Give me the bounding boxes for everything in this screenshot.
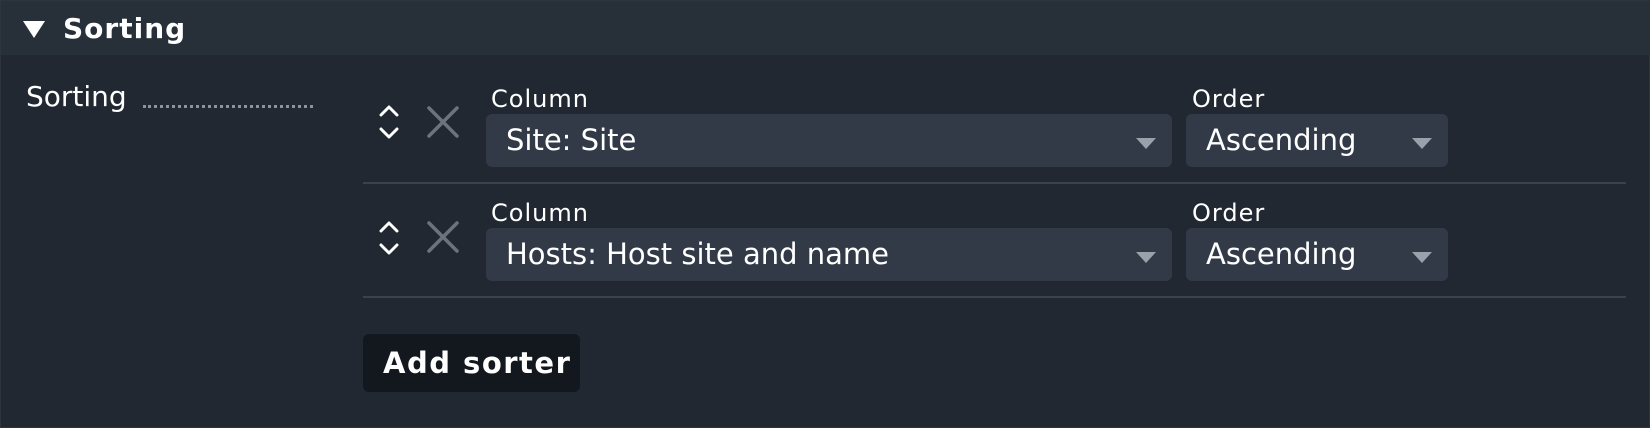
column-label: Column [491, 199, 589, 227]
order-select-value: Ascending [1206, 123, 1357, 157]
sorter-row: Column Hosts: Host site and name Order A… [363, 181, 1626, 298]
order-label: Order [1192, 199, 1266, 227]
dropdown-arrow-icon [1136, 252, 1156, 263]
order-select-value: Ascending [1206, 237, 1357, 271]
column-select-value: Site: Site [506, 123, 637, 157]
sorting-panel: Sorting Sorting Column Site: Site Order … [0, 0, 1650, 428]
sorter-row: Column Site: Site Order Ascending [363, 67, 1626, 184]
triangle-down-icon[interactable] [23, 21, 45, 38]
add-sorter-button[interactable]: Add sorter [363, 334, 580, 392]
chevron-up-icon[interactable] [377, 103, 401, 119]
close-icon[interactable] [425, 104, 461, 140]
close-icon[interactable] [425, 219, 461, 255]
column-label: Column [491, 85, 589, 113]
order-select[interactable]: Ascending [1186, 228, 1448, 281]
add-sorter-button-label: Add sorter [383, 346, 572, 380]
column-select[interactable]: Hosts: Host site and name [486, 228, 1172, 281]
label-dot-leader [143, 105, 313, 108]
dropdown-arrow-icon [1412, 138, 1432, 149]
chevron-up-icon[interactable] [377, 219, 401, 235]
chevron-down-icon[interactable] [377, 125, 401, 141]
order-select[interactable]: Ascending [1186, 114, 1448, 167]
form-row-label: Sorting [26, 80, 127, 113]
dropdown-arrow-icon [1136, 138, 1156, 149]
column-select[interactable]: Site: Site [486, 114, 1172, 167]
section-title: Sorting [63, 12, 187, 45]
column-select-value: Hosts: Host site and name [506, 237, 889, 271]
section-header[interactable]: Sorting [1, 1, 1650, 55]
chevron-down-icon[interactable] [377, 241, 401, 257]
dropdown-arrow-icon [1412, 252, 1432, 263]
order-label: Order [1192, 85, 1266, 113]
